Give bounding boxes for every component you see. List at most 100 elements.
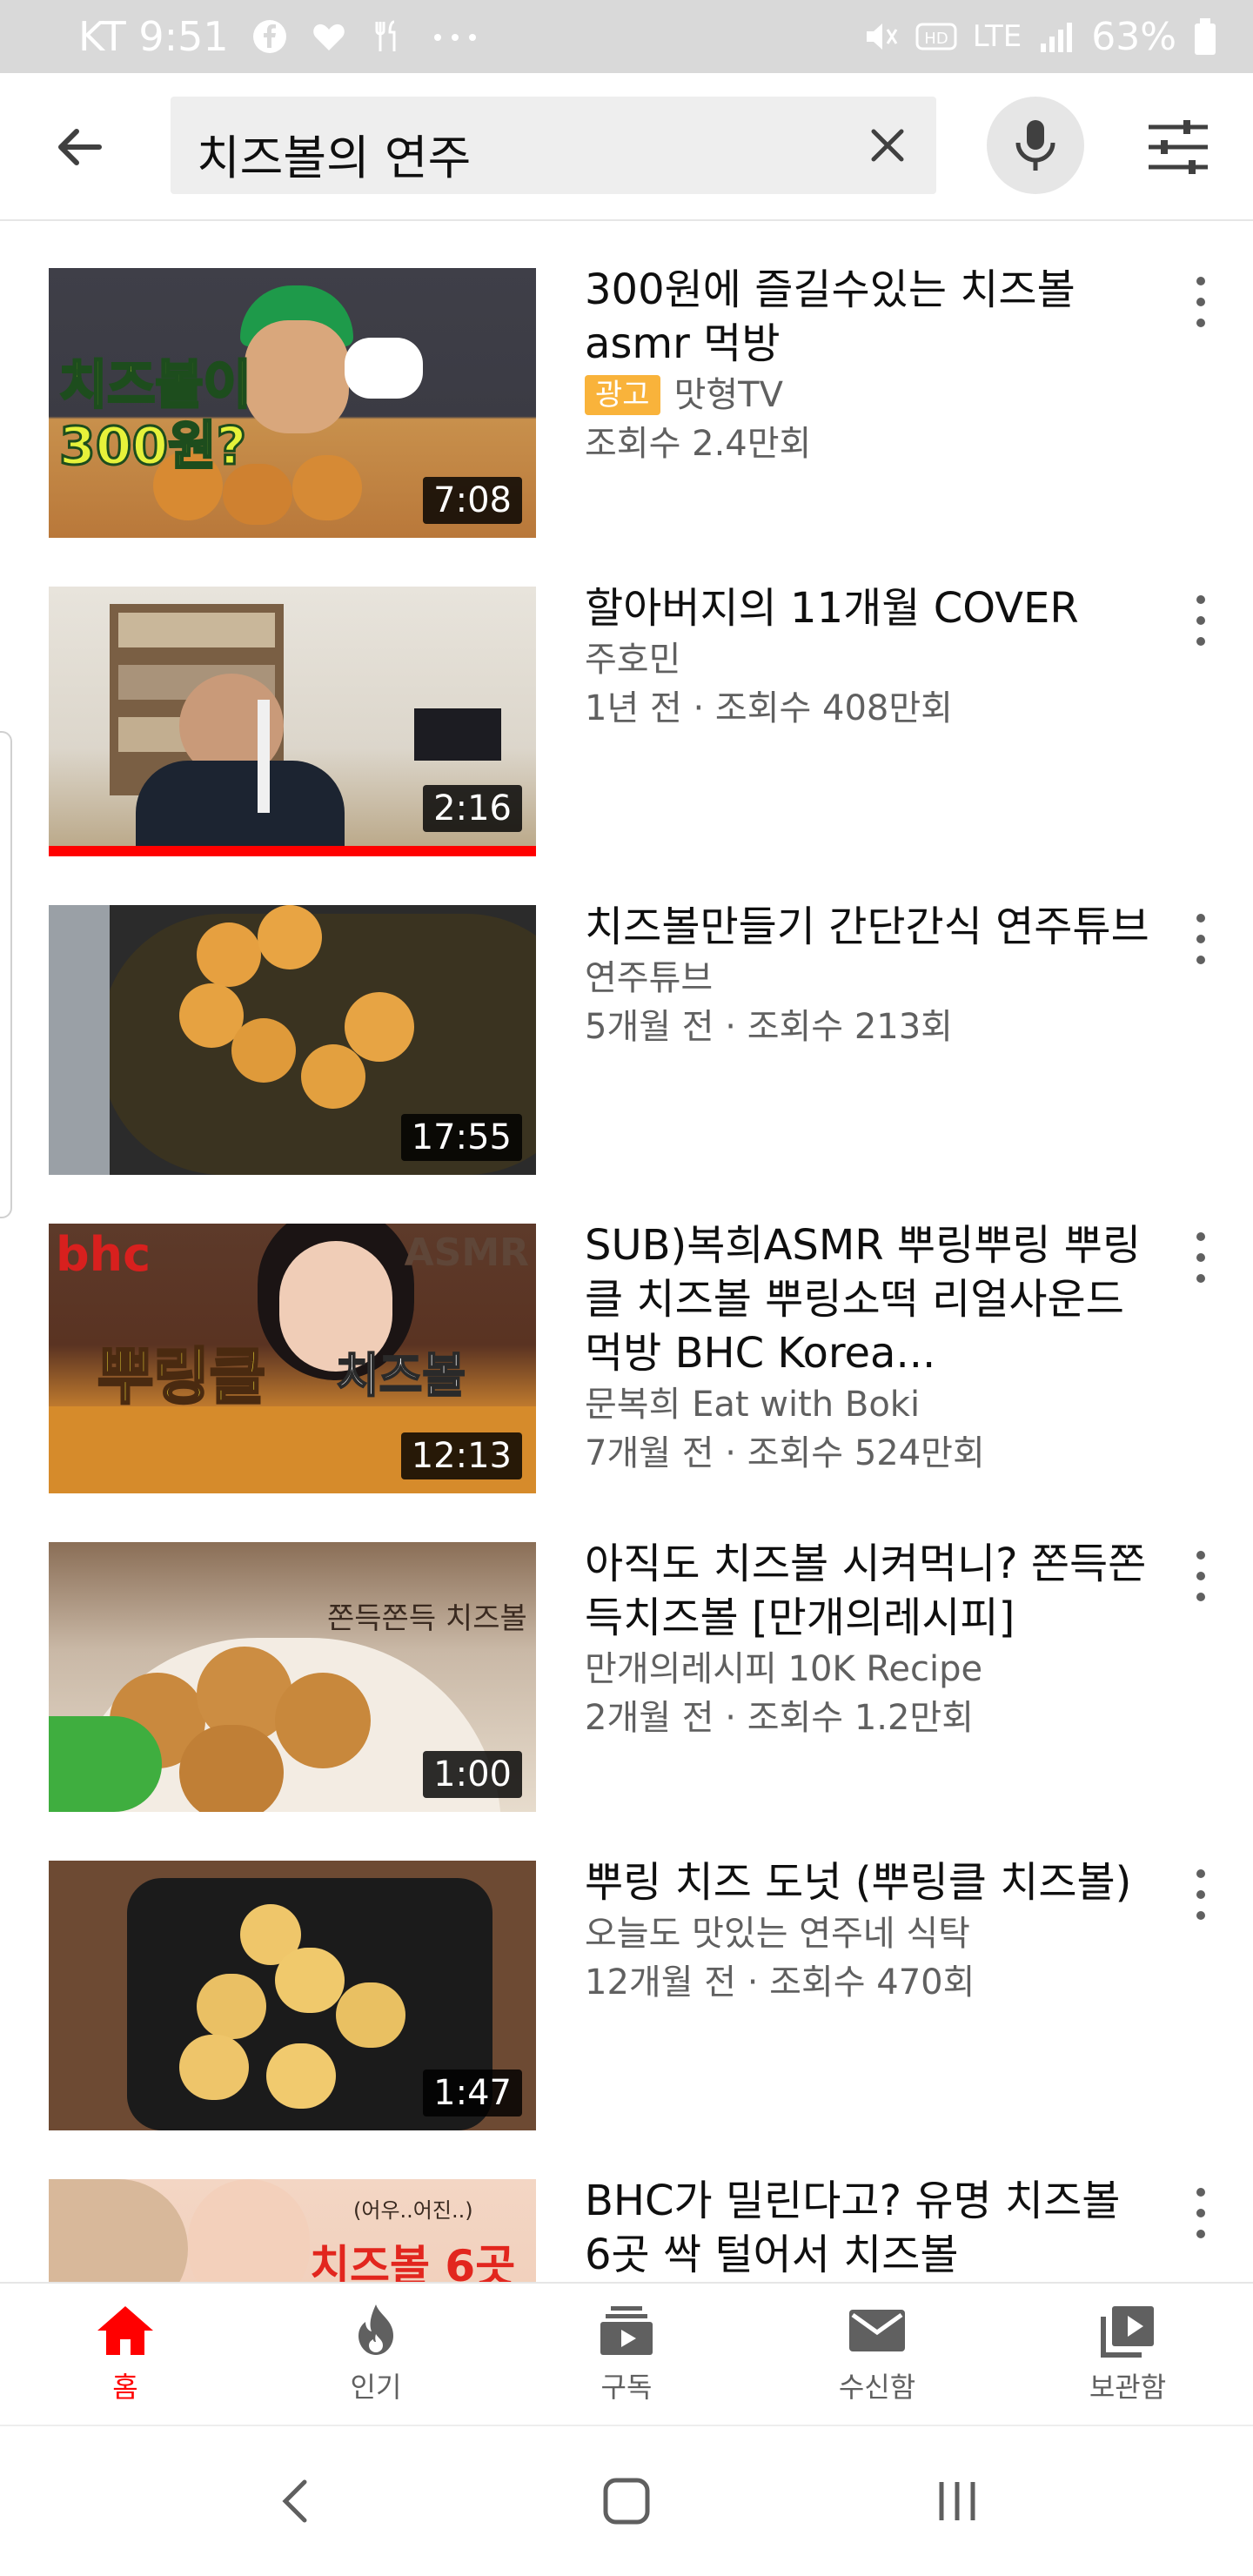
thumbnail-caption: 치즈볼 6곳	[310, 2241, 516, 2282]
video-title[interactable]: 아직도 치즈볼 시켜먹니? 쫀득쫀득치즈볼 [만개의레시피]	[585, 1537, 1159, 1645]
video-title[interactable]: SUB)복희ASMR 뿌링뿌링 뿌링클 치즈볼 뿌링소떡 리얼사운드 먹방 BH…	[585, 1218, 1159, 1380]
heart-icon	[312, 23, 345, 50]
video-title[interactable]: 할아버지의 11개월 COVER	[585, 581, 1159, 635]
video-meta: 1년 전 · 조회수 408만회	[585, 688, 953, 728]
system-navigation-bar	[0, 2425, 1253, 2576]
more-options-button[interactable]	[1183, 1227, 1218, 1288]
video-title[interactable]: 뿌링 치즈 도넛 (뿌링클 치즈볼)	[585, 1855, 1159, 1909]
video-duration: 12:13	[400, 1432, 522, 1479]
inbox-icon	[849, 2310, 905, 2351]
system-back-button[interactable]	[257, 2462, 335, 2540]
nav-library[interactable]: 보관함	[1002, 2284, 1253, 2425]
video-duration: 17:55	[400, 1114, 522, 1161]
bottom-navigation: 홈 인기 구독 수신함 보관함	[0, 2282, 1253, 2425]
network-label: LTE	[972, 19, 1022, 54]
result-item[interactable]: bhc ASMR 뿌링클 치즈볼 12:13 SUB)복희ASMR 뿌링뿌링 뿌…	[0, 1177, 1253, 1493]
microphone-icon	[1015, 120, 1055, 171]
thumbnail-caption: 뿌링클	[96, 1340, 266, 1414]
nav-label: 보관함	[1089, 2371, 1167, 2404]
result-item[interactable]: (어우..어진..) 치즈볼 6곳 BHC가 밀린다고? 유명 치즈볼 6곳 싹…	[0, 2132, 1253, 2282]
voice-search-button[interactable]	[987, 97, 1084, 194]
video-thumbnail[interactable]: bhc ASMR 뿌링클 치즈볼 12:13	[49, 1224, 536, 1493]
home-square-icon	[603, 2478, 650, 2525]
system-home-button[interactable]	[587, 2462, 666, 2540]
channel-name: 맛형TV	[673, 375, 783, 415]
thumbnail-caption: 쫀득쫀득 치즈볼	[327, 1601, 527, 1636]
video-info[interactable]: 뿌링 치즈 도넛 (뿌링클 치즈볼) 오늘도 맛있는 연주네 식탁 12개월 전…	[585, 1855, 1159, 2007]
hd-icon: HD	[915, 23, 957, 50]
subscriptions-icon	[600, 2306, 653, 2355]
status-time: KT 9:51	[78, 13, 229, 60]
nav-label: 구독	[600, 2371, 653, 2404]
video-info[interactable]: 300원에 즐길수있는 치즈볼 asmr 먹방 광고 맛형TV 조회수 2.4만…	[585, 263, 1159, 468]
thumbnail-caption: ASMR	[404, 1231, 529, 1275]
mute-icon	[866, 23, 897, 50]
video-info[interactable]: 아직도 치즈볼 시켜먹니? 쫀득쫀득치즈볼 [만개의레시피] 만개의레시피 10…	[585, 1537, 1159, 1742]
video-info[interactable]: SUB)복희ASMR 뿌링뿌링 뿌링클 치즈볼 뿌링소떡 리얼사운드 먹방 BH…	[585, 1218, 1159, 1478]
search-query: 치즈볼의 연주	[197, 131, 472, 185]
nav-inbox[interactable]: 수신함	[752, 2284, 1002, 2425]
video-title[interactable]: BHC가 밀린다고? 유명 치즈볼 6곳 싹 털어서 치즈볼	[585, 2174, 1159, 2282]
channel-name: 오늘도 맛있는 연주네 식탁	[585, 1914, 970, 1954]
video-thumbnail[interactable]: 치즈볼이 300원? 7:08	[49, 268, 536, 538]
cutlery-icon	[375, 20, 396, 51]
video-info[interactable]: BHC가 밀린다고? 유명 치즈볼 6곳 싹 털어서 치즈볼	[585, 2174, 1159, 2282]
result-item[interactable]: 17:55 치즈볼만들기 간단간식 연주튜브 연주튜브 5개월 전 · 조회수 …	[0, 858, 1253, 1175]
nav-label: 인기	[350, 2371, 402, 2404]
result-item[interactable]: 치즈볼이 300원? 7:08 300원에 즐길수있는 치즈볼 asmr 먹방 …	[0, 221, 1253, 538]
video-meta: 5개월 전 · 조회수 213회	[585, 1007, 953, 1047]
result-item[interactable]: 2:16 할아버지의 11개월 COVER 주호민 1년 전 · 조회수 408…	[0, 540, 1253, 856]
video-thumbnail[interactable]: 2:16	[49, 587, 536, 856]
library-icon	[1101, 2306, 1154, 2358]
search-results: 치즈볼이 300원? 7:08 300원에 즐길수있는 치즈볼 asmr 먹방 …	[0, 221, 1253, 2282]
video-thumbnail[interactable]: 쫀득쫀득 치즈볼 1:00	[49, 1542, 536, 1812]
svg-text:HD: HD	[924, 30, 948, 48]
video-info[interactable]: 할아버지의 11개월 COVER 주호민 1년 전 · 조회수 408만회	[585, 581, 1159, 733]
video-title[interactable]: 300원에 즐길수있는 치즈볼 asmr 먹방	[585, 263, 1159, 371]
video-meta: 12개월 전 · 조회수 470회	[585, 1962, 975, 2002]
video-duration: 2:16	[423, 785, 522, 832]
filter-icon[interactable]	[1143, 117, 1213, 178]
video-meta: 2개월 전 · 조회수 1.2만회	[585, 1698, 975, 1738]
thumbnail-caption: (어우..어진..)	[353, 2198, 473, 2223]
video-duration: 1:00	[423, 1751, 522, 1798]
ad-row: 광고 맛형TV	[585, 371, 1159, 419]
search-header: 치즈볼의 연주	[0, 73, 1253, 221]
nav-home[interactable]: 홈	[0, 2284, 251, 2425]
thumbnail-caption: bhc	[56, 1227, 151, 1282]
home-icon	[97, 2306, 153, 2355]
recents-icon	[939, 2482, 975, 2520]
nav-label: 홈	[112, 2371, 138, 2404]
more-options-button[interactable]	[1183, 909, 1218, 969]
result-item[interactable]: 쫀득쫀득 치즈볼 1:00 아직도 치즈볼 시켜먹니? 쫀득쫀득치즈볼 [만개의…	[0, 1495, 1253, 1812]
back-chevron-icon	[282, 2479, 307, 2523]
more-options-button[interactable]	[1183, 590, 1218, 651]
status-bar: KT 9:51 HD LTE 63%	[0, 0, 1253, 73]
video-title[interactable]: 치즈볼만들기 간단간식 연주튜브	[585, 900, 1159, 954]
search-input[interactable]: 치즈볼의 연주	[171, 97, 936, 194]
more-options-button[interactable]	[1183, 2183, 1218, 2244]
nav-subscriptions[interactable]: 구독	[501, 2284, 752, 2425]
nav-trending[interactable]: 인기	[251, 2284, 501, 2425]
channel-name: 만개의레시피 10K Recipe	[585, 1649, 983, 1689]
edge-panel-handle[interactable]	[0, 731, 12, 1218]
thumbnail-caption: 치즈볼	[335, 1347, 466, 1404]
video-thumbnail[interactable]: 1:47	[49, 1861, 536, 2130]
channel-name: 문복희 Eat with Boki	[585, 1385, 921, 1425]
channel-name: 연주튜브	[585, 958, 714, 998]
video-thumbnail[interactable]: (어우..어진..) 치즈볼 6곳	[49, 2179, 536, 2282]
system-recents-button[interactable]	[918, 2462, 996, 2540]
facebook-icon	[252, 20, 286, 53]
clear-icon[interactable]	[861, 119, 914, 171]
result-item[interactable]: 1:47 뿌링 치즈 도넛 (뿌링클 치즈볼) 오늘도 맛있는 연주네 식탁 1…	[0, 1814, 1253, 2130]
video-thumbnail[interactable]: 17:55	[49, 905, 536, 1175]
more-options-button[interactable]	[1183, 1546, 1218, 1607]
video-meta: 조회수 2.4만회	[585, 424, 812, 464]
watch-progress-bar	[49, 846, 536, 856]
back-arrow-icon[interactable]	[45, 112, 115, 182]
video-duration: 1:47	[423, 2070, 522, 2116]
more-options-button[interactable]	[1183, 272, 1218, 332]
ad-badge: 광고	[585, 375, 660, 415]
video-info[interactable]: 치즈볼만들기 간단간식 연주튜브 연주튜브 5개월 전 · 조회수 213회	[585, 900, 1159, 1051]
more-options-button[interactable]	[1183, 1864, 1218, 1925]
